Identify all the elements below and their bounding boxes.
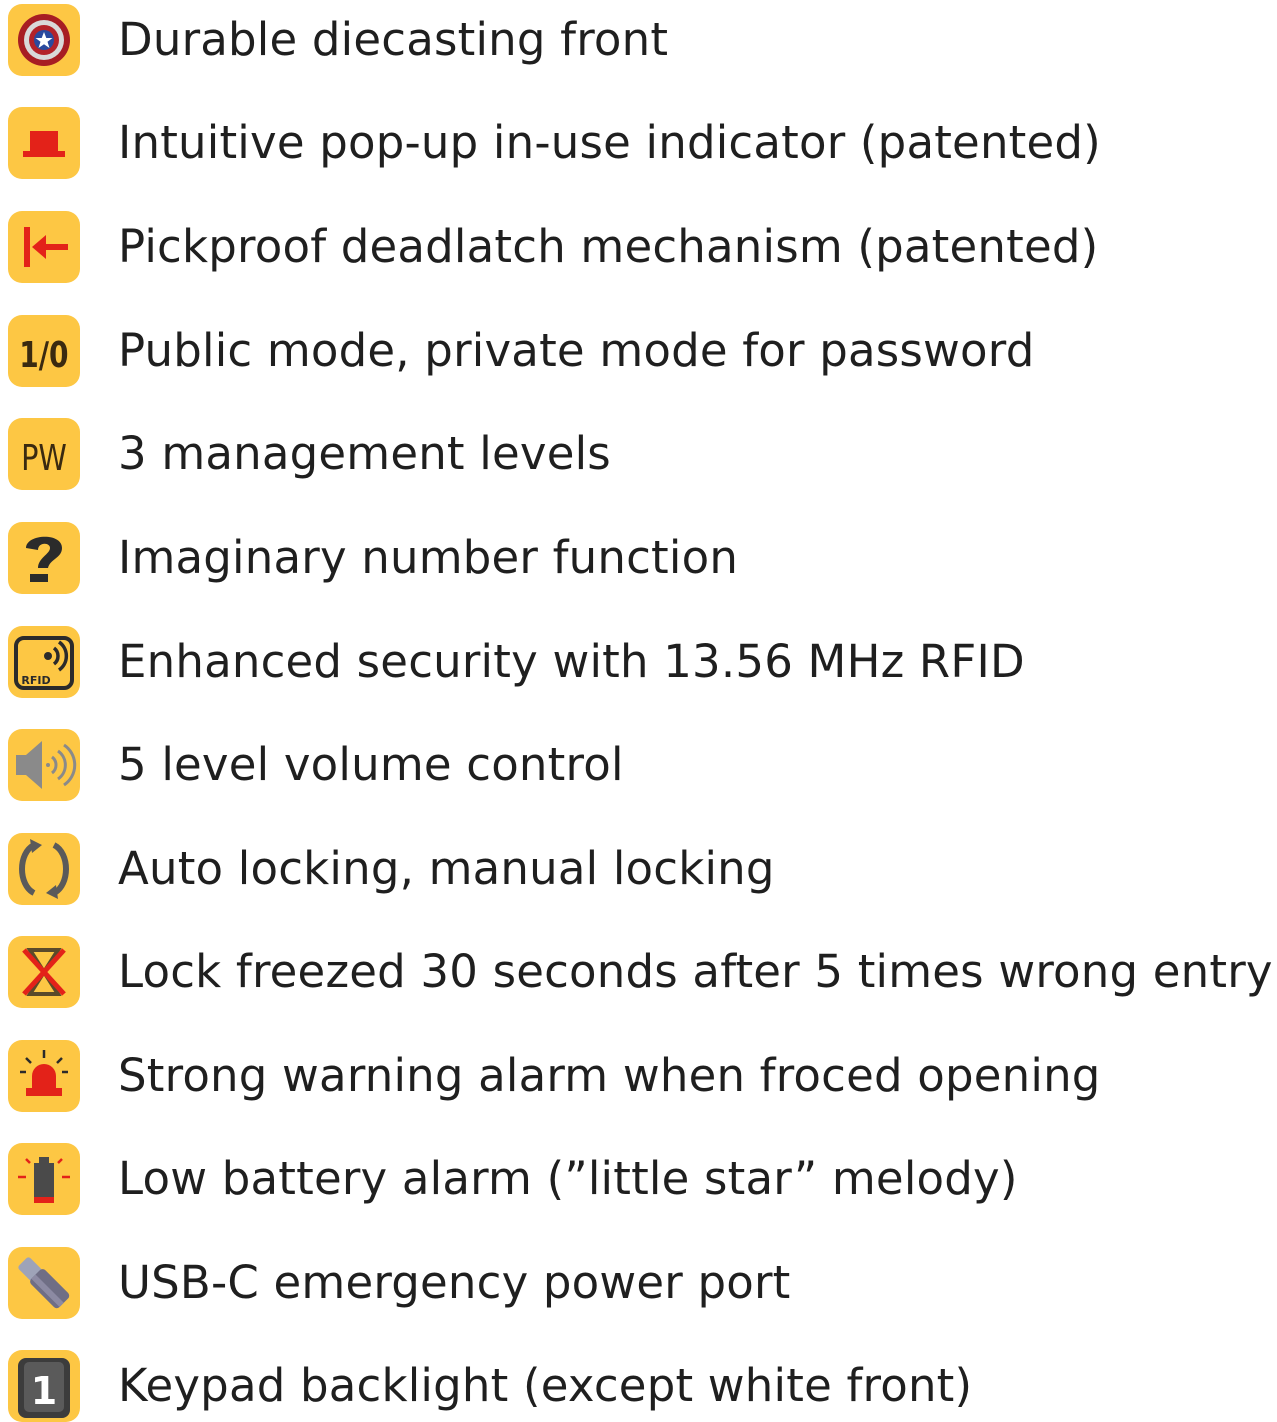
svg-text:PW: PW [21, 437, 67, 479]
feature-item: Lock freezed 30 seconds after 5 times wr… [8, 936, 1273, 1008]
deadlatch-arrow-icon [8, 211, 80, 283]
feature-item: PW 3 management levels [8, 418, 1273, 490]
usb-c-plug-icon [8, 1247, 80, 1319]
feature-label: Enhanced security with 13.56 MHz RFID [118, 635, 1025, 688]
feature-label: Durable diecasting front [118, 13, 669, 66]
feature-list: Durable diecasting front Intuitive pop-u… [0, 0, 1277, 1422]
feature-item: Durable diecasting front [8, 4, 1273, 76]
rotate-arrows-icon [8, 833, 80, 905]
feature-item: Intuitive pop-up in-use indicator (paten… [8, 107, 1273, 179]
feature-item: USB-C emergency power port [8, 1247, 1273, 1319]
feature-item: Pickproof deadlatch mechanism (patented) [8, 211, 1273, 283]
feature-label: Keypad backlight (except white front) [118, 1359, 973, 1412]
svg-text:1: 1 [31, 1369, 57, 1413]
feature-label: Imaginary number function [118, 531, 739, 584]
feature-label: 5 level volume control [118, 738, 624, 791]
feature-label: Lock freezed 30 seconds after 5 times wr… [118, 945, 1273, 998]
rfid-icon: RFID [8, 626, 80, 698]
feature-item: Imaginary number function [8, 522, 1273, 594]
feature-label: Strong warning alarm when froced opening [118, 1049, 1101, 1102]
feature-label: USB-C emergency power port [118, 1256, 791, 1309]
password-icon: PW [8, 418, 80, 490]
svg-text:RFID: RFID [21, 674, 50, 687]
low-battery-icon [8, 1143, 80, 1215]
keypad-key-icon: 1 [8, 1350, 80, 1422]
shield-emblem-icon [8, 4, 80, 76]
mode-toggle-icon: 1/0 [8, 315, 80, 387]
feature-item: Low battery alarm (”little star” melody) [8, 1143, 1273, 1215]
siren-alarm-icon [8, 1040, 80, 1112]
feature-item: Auto locking, manual locking [8, 833, 1273, 905]
feature-label: Pickproof deadlatch mechanism (patented) [118, 220, 1099, 273]
feature-label: 3 management levels [118, 427, 611, 480]
question-mark-icon [8, 522, 80, 594]
feature-label: Low battery alarm (”little star” melody) [118, 1152, 1018, 1205]
hourglass-crossed-icon [8, 936, 80, 1008]
feature-label: Intuitive pop-up in-use indicator (paten… [118, 116, 1101, 169]
feature-item: RFID Enhanced security with 13.56 MHz RF… [8, 626, 1273, 698]
feature-label: Auto locking, manual locking [118, 842, 775, 895]
feature-item: 1 Keypad backlight (except white front) [8, 1350, 1273, 1422]
svg-text:1/0: 1/0 [19, 334, 68, 376]
feature-label: Public mode, private mode for password [118, 324, 1035, 377]
pop-up-indicator-icon [8, 107, 80, 179]
speaker-volume-icon [8, 729, 80, 801]
feature-item: Strong warning alarm when froced opening [8, 1040, 1273, 1112]
feature-item: 5 level volume control [8, 729, 1273, 801]
feature-item: 1/0 Public mode, private mode for passwo… [8, 315, 1273, 387]
